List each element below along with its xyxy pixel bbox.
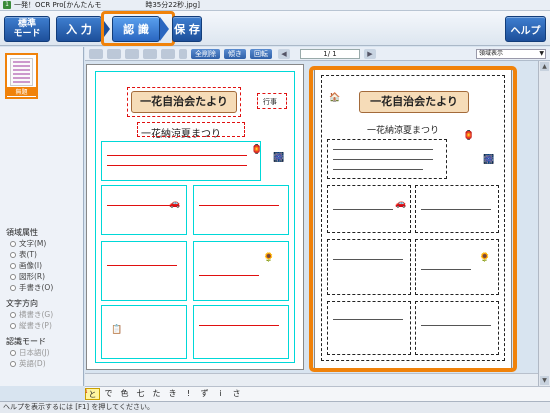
prev-page-icon[interactable]: ◀ (278, 48, 290, 59)
text-line-region (107, 265, 177, 266)
mode-label-line2: モード (13, 29, 41, 39)
region-box[interactable] (193, 305, 289, 359)
tool-button-1[interactable] (89, 48, 103, 59)
char-cell[interactable]: i (213, 388, 228, 400)
tool-button-5[interactable] (161, 48, 175, 59)
view-mode-select[interactable]: 領域表示 ▼ (476, 49, 546, 59)
radio-icon (10, 251, 16, 258)
chevron-down-icon: ▼ (539, 50, 544, 57)
region-box[interactable] (101, 141, 261, 181)
ocr-mode-english[interactable]: 英語(D) (6, 358, 82, 369)
page-thumbnail[interactable]: 無題 (5, 53, 38, 99)
properties-panel: 領域属性 文字(M) 表(T) 画像(I) 図形(R) 手書き(O) 文字方向 … (6, 225, 82, 369)
left-panel: 無題 領域属性 文字(M) 表(T) 画像(I) 図形(R) 手書き(O) 文字… (0, 47, 84, 386)
app-icon: 1 (3, 1, 11, 9)
save-button[interactable]: 保 存 (172, 16, 202, 42)
help-button[interactable]: ヘルプ (505, 16, 546, 42)
title-bar: 1 一発！OCR Pro[かんたんモ 時35分22秒.jpg] (0, 0, 550, 11)
text-line-region (199, 205, 279, 206)
radio-icon (10, 240, 16, 247)
window-title: 一発！OCR Pro[かんたんモ (14, 1, 102, 9)
rotate-button[interactable]: 回転 (250, 48, 272, 59)
region-box[interactable] (193, 185, 289, 235)
skew-button[interactable]: 傾き (224, 48, 246, 59)
status-bar: ヘルプを表示するには [F1] を押してください。 (0, 401, 550, 413)
direction-horizontal[interactable]: 横書き(G) (6, 309, 82, 320)
car-icon: 🚗 (169, 199, 181, 209)
tool-button-2[interactable] (107, 48, 121, 59)
edit-toolbar: 全削除 傾き 回転 ◀ 1/ 1 ▶ 領域表示 ▼ (85, 47, 550, 61)
view-mode-value: 領域表示 (479, 50, 504, 57)
char-cell[interactable]: さ (229, 388, 244, 400)
region-box[interactable] (137, 122, 245, 137)
radio-icon (10, 262, 16, 269)
sunflower-icon: 🌻 (263, 253, 275, 263)
char-cell[interactable]: 色 (117, 388, 132, 400)
tool-button-4[interactable] (143, 48, 157, 59)
radio-icon (10, 349, 16, 356)
horizontal-scrollbar[interactable] (85, 373, 538, 386)
char-cell[interactable]: た (149, 388, 164, 400)
tool-button-6[interactable] (179, 48, 187, 59)
step-arrow-icon (160, 17, 169, 41)
region-box[interactable] (101, 185, 187, 235)
selected-page-highlight (309, 66, 517, 372)
thumbnail-image (10, 58, 33, 86)
region-option-table[interactable]: 表(T) (6, 249, 82, 260)
radio-icon (10, 322, 16, 329)
region-box[interactable] (193, 241, 289, 301)
region-option-text[interactable]: 文字(M) (6, 238, 82, 249)
standard-mode-button[interactable]: 標準 モード (4, 16, 50, 42)
text-line-region (107, 205, 177, 206)
text-line-region (199, 275, 259, 276)
ocr-mode-japanese[interactable]: 日本語(J) (6, 347, 82, 358)
region-option-image[interactable]: 画像(I) (6, 260, 82, 271)
scroll-up-icon[interactable]: ▲ (540, 62, 549, 71)
vertical-scrollbar[interactable]: ▲ ▼ (538, 61, 550, 386)
char-cell[interactable]: で (101, 388, 116, 400)
clipart-icon: 🎆 (273, 153, 285, 163)
text-line-region (199, 325, 279, 326)
clipart-icon: 🏮 (251, 145, 263, 155)
direction-heading: 文字方向 (6, 299, 38, 308)
page-indicator[interactable]: 1/ 1 (300, 48, 360, 59)
char-cell[interactable]: ず (197, 388, 212, 400)
scroll-down-icon[interactable]: ▼ (540, 376, 549, 385)
region-option-figure[interactable]: 図形(R) (6, 271, 82, 282)
main-toolbar: 標準 モード 入 力 認 識 保 存 ヘルプ (0, 11, 550, 46)
char-cell[interactable]: 七 (133, 388, 148, 400)
input-button[interactable]: 入 力 (56, 16, 102, 42)
mode-label-line1: 標準 (17, 19, 36, 29)
char-cell[interactable]: き (165, 388, 180, 400)
radio-icon (10, 360, 16, 367)
source-page-view[interactable]: 一花自治会たより 行事 一花納涼夏まつり 🏮 🎆 🚗 🌻 📋 (86, 64, 304, 370)
radio-icon (10, 284, 16, 291)
next-page-icon[interactable]: ▶ (364, 48, 376, 59)
thumbnail-label: 無題 (7, 87, 36, 96)
char-cell[interactable]: 1と (85, 388, 100, 400)
ocr-mode-heading: 認識モード (6, 337, 46, 346)
radio-icon (10, 311, 16, 318)
direction-vertical[interactable]: 縦書き(P) (6, 320, 82, 331)
text-line-region (107, 155, 247, 156)
region-box[interactable] (127, 87, 241, 117)
region-box[interactable] (101, 241, 187, 301)
ocr-button[interactable]: 認 識 (112, 16, 160, 42)
clipart-icon: 📋 (111, 325, 123, 335)
window-title-suffix: 時35分22秒.jpg] (145, 1, 200, 9)
delete-all-button[interactable]: 全削除 (191, 48, 220, 59)
region-box[interactable] (257, 93, 287, 109)
char-cell[interactable]: ! (181, 388, 196, 400)
character-strip: 1と で 色 七 た き ! ず i さ (85, 386, 550, 401)
region-attr-heading: 領域属性 (6, 228, 38, 237)
tool-button-3[interactable] (125, 48, 139, 59)
text-line-region (107, 165, 247, 166)
region-option-handwriting[interactable]: 手書き(O) (6, 282, 82, 293)
radio-icon (10, 273, 16, 280)
